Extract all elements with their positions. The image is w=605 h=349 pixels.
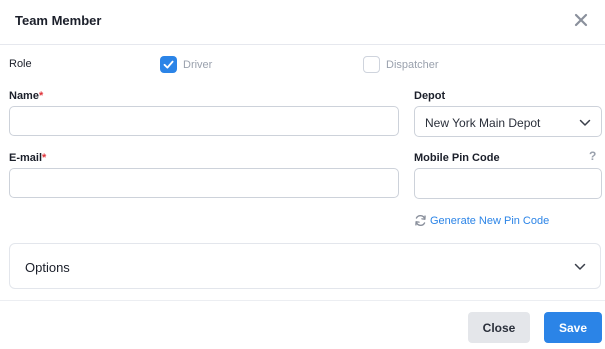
driver-label[interactable]: Driver <box>183 59 212 71</box>
checkmark-icon <box>163 60 174 69</box>
name-label-text: Name <box>9 90 39 102</box>
chevron-down-icon <box>574 263 586 270</box>
depot-selected-value: New York Main Depot <box>425 116 541 130</box>
close-icon[interactable] <box>573 12 589 28</box>
email-input[interactable] <box>9 168 399 198</box>
email-label: E-mail* <box>9 152 46 164</box>
depot-select[interactable]: New York Main Depot <box>414 106 602 137</box>
role-label: Role <box>9 58 32 70</box>
email-label-text: E-mail <box>9 152 43 164</box>
refresh-icon <box>415 214 426 227</box>
options-accordion[interactable]: Options <box>9 243 601 289</box>
save-button[interactable]: Save <box>544 312 602 343</box>
close-button[interactable]: Close <box>468 312 530 343</box>
required-mark: * <box>38 90 44 102</box>
dialog-title: Team Member <box>15 13 102 28</box>
dialog-header: Team Member <box>0 0 605 45</box>
team-member-dialog: Team Member Role Driver Dispatcher Name*… <box>0 0 605 349</box>
footer-divider <box>0 300 605 301</box>
options-title: Options <box>25 260 70 275</box>
depot-label: Depot <box>414 90 446 102</box>
driver-checkbox[interactable] <box>160 56 177 73</box>
name-input[interactable] <box>9 106 399 136</box>
dispatcher-label[interactable]: Dispatcher <box>386 59 439 71</box>
pin-label: Mobile Pin Code <box>414 152 500 164</box>
pin-input[interactable] <box>414 168 602 199</box>
required-mark: * <box>42 152 47 164</box>
generate-pin-label[interactable]: Generate New Pin Code <box>430 215 549 227</box>
help-icon[interactable]: ? <box>589 149 596 163</box>
chevron-down-icon <box>579 119 591 126</box>
name-label: Name* <box>9 90 43 102</box>
dispatcher-checkbox[interactable] <box>363 56 380 73</box>
